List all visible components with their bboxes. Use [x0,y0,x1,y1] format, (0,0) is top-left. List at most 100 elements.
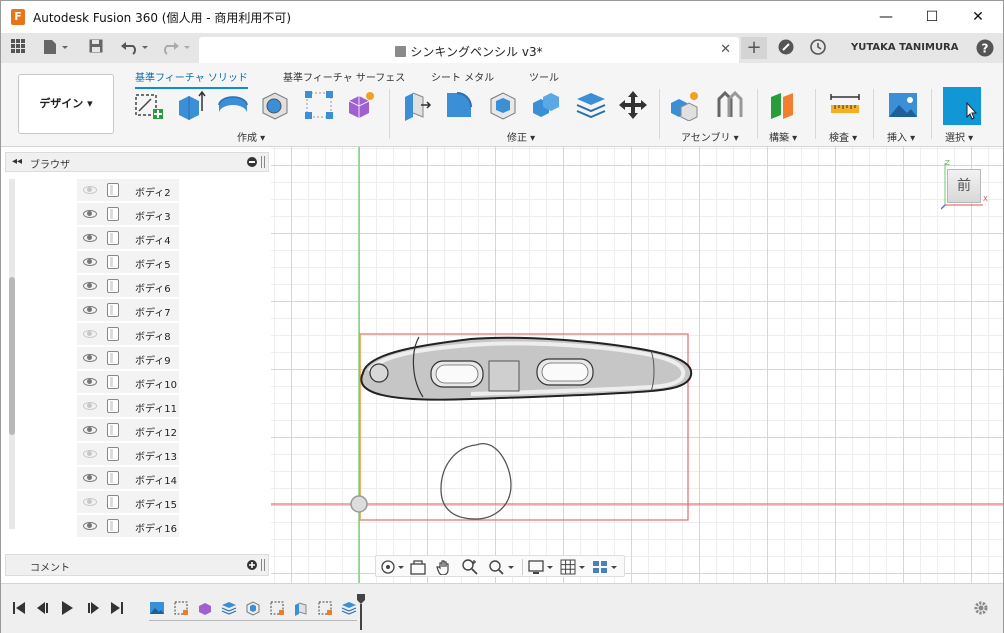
revolve-icon[interactable] [217,89,249,121]
timeline-first-icon[interactable] [11,600,27,616]
tab-tools[interactable]: ツール [529,69,559,84]
tab-solid[interactable]: 基準フィーチャ ソリッド [135,69,248,89]
create-form-icon[interactable] [345,89,377,121]
help-icon[interactable]: ? [976,39,994,57]
group-create-label[interactable]: 作成 ▾ [237,129,265,144]
document-tab[interactable]: シンキングペンシル v3* ✕ [199,37,739,63]
timeline-canvas-icon[interactable] [149,600,165,616]
orbit-icon[interactable] [380,559,406,575]
group-insert-label[interactable]: 挿入 ▾ [887,129,915,144]
eye-hidden-icon[interactable] [83,498,97,506]
group-select-label[interactable]: 選択 ▾ [945,129,973,144]
browser-item-body[interactable]: ボディ15 [77,491,179,513]
panel-grip-icon[interactable] [261,559,265,571]
browser-item-body[interactable]: ボディ16 [77,515,179,537]
timeline-offset-icon[interactable] [221,600,237,616]
tab-sheet-metal[interactable]: シート メタル [431,69,494,84]
group-modify-label[interactable]: 修正 ▾ [507,129,535,144]
timeline-form-icon[interactable] [197,600,213,616]
origin-marker[interactable] [350,495,368,513]
profile-sketch[interactable] [440,442,512,520]
hole-icon[interactable] [259,89,291,121]
browser-header[interactable]: ◂◂ ブラウザ [5,152,269,172]
insert-image-icon[interactable] [887,89,919,121]
rectangular-pattern-icon[interactable] [303,89,335,121]
timeline-marker-handle[interactable] [357,594,365,630]
timeline-last-icon[interactable] [109,600,125,616]
undo-icon[interactable] [119,39,153,57]
browser-item-body[interactable]: ボディ7 [77,299,179,321]
browser-item-body[interactable]: ボディ4 [77,227,179,249]
timeline-play-icon[interactable] [59,600,75,616]
timeline-sketch-icon[interactable] [173,600,189,616]
browser-item-body[interactable]: ボディ2 [77,179,179,201]
eye-visible-icon[interactable] [83,378,97,386]
redo-icon[interactable] [161,39,195,57]
offset-plane-icon[interactable] [769,89,801,121]
user-name[interactable]: YUTAKA TANIMURA [851,42,959,53]
eye-visible-icon[interactable] [83,282,97,290]
browser-item-body[interactable]: ボディ12 [77,419,179,441]
close-button[interactable]: ✕ [955,1,1001,33]
extensions-icon[interactable] [777,39,795,57]
model-view[interactable] [271,147,1003,583]
timeline-offset-icon[interactable] [341,600,357,616]
joint-icon[interactable] [713,89,745,121]
browser-scroll-thumb[interactable] [9,277,15,435]
browser-item-body[interactable]: ボディ13 [77,443,179,465]
combine-icon[interactable] [531,89,563,121]
browser-minimize-icon[interactable] [247,157,257,167]
viewports-icon[interactable] [592,559,620,575]
3d-viewport[interactable] [271,147,1003,583]
look-at-icon[interactable] [410,559,426,575]
select-tool-icon[interactable] [943,87,981,125]
timeline-sketch-icon[interactable] [269,600,285,616]
press-pull-icon[interactable] [401,89,433,121]
eye-hidden-icon[interactable] [83,330,97,338]
display-settings-icon[interactable] [528,559,556,575]
eye-visible-icon[interactable] [83,426,97,434]
eye-hidden-icon[interactable] [83,450,97,458]
eye-visible-icon[interactable] [83,306,97,314]
collapse-browser-icon[interactable]: ◂◂ [12,156,22,167]
move-copy-icon[interactable] [617,89,649,121]
eye-hidden-icon[interactable] [83,402,97,410]
panel-grip-icon[interactable] [261,156,265,168]
browser-item-body[interactable]: ボディ6 [77,275,179,297]
workspace-switcher[interactable]: デザイン ▾ [18,74,114,134]
timeline-press-pull-icon[interactable] [293,600,309,616]
measure-icon[interactable] [829,89,861,121]
new-tab-button[interactable]: + [741,37,767,59]
save-icon[interactable] [87,39,105,57]
extrude-icon[interactable] [175,89,207,121]
comments-panel[interactable]: コメント [5,554,269,576]
apps-grid-icon[interactable] [9,39,27,57]
add-comment-icon[interactable] [247,560,257,570]
timeline-prev-icon[interactable] [35,600,51,616]
file-menu-icon[interactable] [41,39,71,57]
close-tab-icon[interactable]: ✕ [720,42,731,57]
shell-icon[interactable] [487,89,519,121]
eye-visible-icon[interactable] [83,234,97,242]
offset-face-icon[interactable] [575,89,607,121]
browser-item-body[interactable]: ボディ9 [77,347,179,369]
pencil-body[interactable] [360,336,693,401]
browser-item-body[interactable]: ボディ11 [77,395,179,417]
eye-hidden-icon[interactable] [83,186,97,194]
maximize-button[interactable]: ☐ [909,1,955,33]
create-sketch-icon[interactable] [133,89,165,121]
timeline-sketch-icon[interactable] [317,600,333,616]
eye-visible-icon[interactable] [83,474,97,482]
eye-visible-icon[interactable] [83,354,97,362]
browser-item-body[interactable]: ボディ8 [77,323,179,345]
new-component-icon[interactable] [669,89,701,121]
pan-hand-icon[interactable] [436,559,452,575]
group-assemble-label[interactable]: アセンブリ ▾ [681,129,739,144]
timeline-settings-gear-icon[interactable] [973,600,989,616]
browser-item-body[interactable]: ボディ5 [77,251,179,273]
timeline-next-icon[interactable] [85,600,101,616]
eye-visible-icon[interactable] [83,258,97,266]
fit-zoom-icon[interactable] [488,559,516,575]
fillet-icon[interactable] [443,89,475,121]
eye-visible-icon[interactable] [83,210,97,218]
